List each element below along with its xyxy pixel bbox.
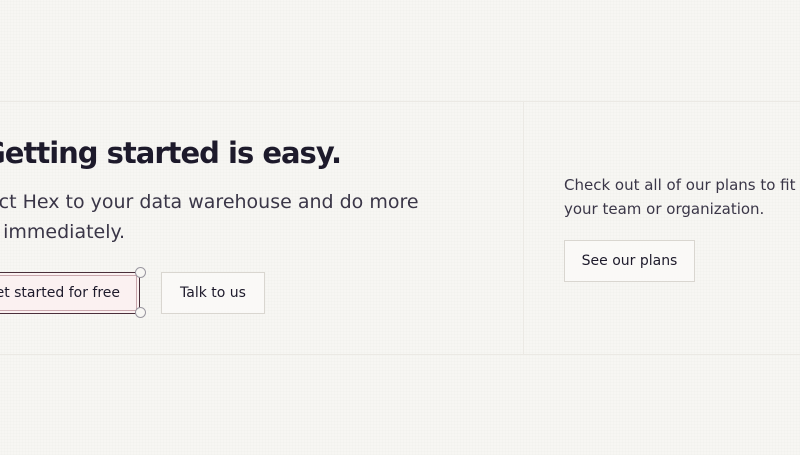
divider-top — [0, 101, 800, 102]
divider-vertical — [523, 101, 524, 355]
cta-heading: Getting started is easy. — [0, 136, 342, 170]
see-plans-button[interactable]: See our plans — [564, 240, 695, 282]
cta-section: Getting started is easy. Connect Hex to … — [0, 0, 800, 455]
get-started-button[interactable]: Get started for free — [0, 272, 140, 314]
plans-text: Check out all of our plans to fit your t… — [564, 176, 796, 218]
divider-bottom — [0, 354, 800, 355]
cta-lead-text: Connect Hex to your data warehouse and d… — [0, 191, 419, 243]
talk-to-us-button[interactable]: Talk to us — [161, 272, 265, 314]
selection-handle-bottom-right[interactable] — [135, 307, 146, 318]
selection-handle-top-right[interactable] — [135, 267, 146, 278]
